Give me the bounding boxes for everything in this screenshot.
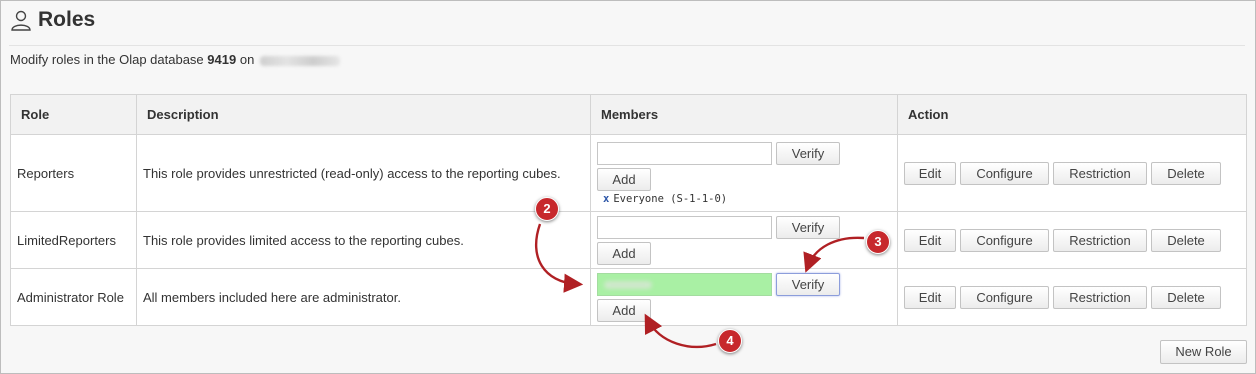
annotation-badge-2: 2 xyxy=(535,197,559,221)
verify-button[interactable]: Verify xyxy=(776,272,840,296)
member-input[interactable] xyxy=(597,215,772,239)
restriction-button[interactable]: Restriction xyxy=(1053,161,1147,185)
role-name: Reporters xyxy=(10,134,137,212)
col-header-description: Description xyxy=(136,94,591,135)
member-value-redacted xyxy=(604,280,652,289)
members-cell: Verify Add xyxy=(590,211,898,269)
member-input[interactable] xyxy=(597,141,772,165)
page-header: Roles xyxy=(9,5,95,35)
restriction-button[interactable]: Restriction xyxy=(1053,285,1147,309)
new-role-button[interactable]: New Role xyxy=(1160,340,1247,364)
add-member-button[interactable]: Add xyxy=(597,167,651,191)
verify-button[interactable]: Verify xyxy=(776,141,840,165)
configure-button[interactable]: Configure xyxy=(960,161,1049,185)
role-description: All members included here are administra… xyxy=(136,268,591,326)
col-header-role: Role xyxy=(10,94,137,135)
server-name-redacted xyxy=(259,55,340,66)
actions-cell: Edit Configure Restriction Delete xyxy=(897,268,1247,326)
member-entry: x Everyone (S-1-1-0) xyxy=(603,192,728,205)
role-description: This role provides unrestricted (read-on… xyxy=(136,134,591,212)
verify-button[interactable]: Verify xyxy=(776,215,840,239)
add-member-button[interactable]: Add xyxy=(597,298,651,322)
members-cell: Verify Add x Everyone (S-1-1-0) xyxy=(590,134,898,212)
header-divider xyxy=(9,45,1245,46)
edit-button[interactable]: Edit xyxy=(904,161,956,185)
actions-cell: Edit Configure Restriction Delete xyxy=(897,211,1247,269)
col-header-action: Action xyxy=(897,94,1247,135)
member-input-filled[interactable] xyxy=(597,272,772,296)
add-member-button[interactable]: Add xyxy=(597,241,651,265)
actions-cell: Edit Configure Restriction Delete xyxy=(897,134,1247,212)
configure-button[interactable]: Configure xyxy=(960,285,1049,309)
role-description: This role provides limited access to the… xyxy=(136,211,591,269)
annotation-badge-4: 4 xyxy=(718,329,742,353)
restriction-button[interactable]: Restriction xyxy=(1053,228,1147,252)
edit-button[interactable]: Edit xyxy=(904,285,956,309)
roles-table: Role Description Members Action Reporter… xyxy=(10,94,1247,326)
configure-button[interactable]: Configure xyxy=(960,228,1049,252)
roles-panel: Roles Modify roles in the Olap database … xyxy=(0,0,1256,374)
members-cell: Verify Add xyxy=(590,268,898,326)
table-row: Administrator Role All members included … xyxy=(10,268,1247,326)
table-row: Reporters This role provides unrestricte… xyxy=(10,134,1247,212)
delete-button[interactable]: Delete xyxy=(1151,161,1221,185)
user-icon xyxy=(11,10,31,31)
col-header-members: Members xyxy=(590,94,898,135)
remove-member-icon[interactable]: x xyxy=(603,193,609,205)
page-subtitle: Modify roles in the Olap database 9419 o… xyxy=(10,52,340,67)
database-id: 9419 xyxy=(207,52,237,67)
delete-button[interactable]: Delete xyxy=(1151,285,1221,309)
annotation-badge-3: 3 xyxy=(866,230,890,254)
role-name: Administrator Role xyxy=(10,268,137,326)
role-name: LimitedReporters xyxy=(10,211,137,269)
delete-button[interactable]: Delete xyxy=(1151,228,1221,252)
table-row: LimitedReporters This role provides limi… xyxy=(10,211,1247,269)
edit-button[interactable]: Edit xyxy=(904,228,956,252)
page-title: Roles xyxy=(38,8,96,31)
